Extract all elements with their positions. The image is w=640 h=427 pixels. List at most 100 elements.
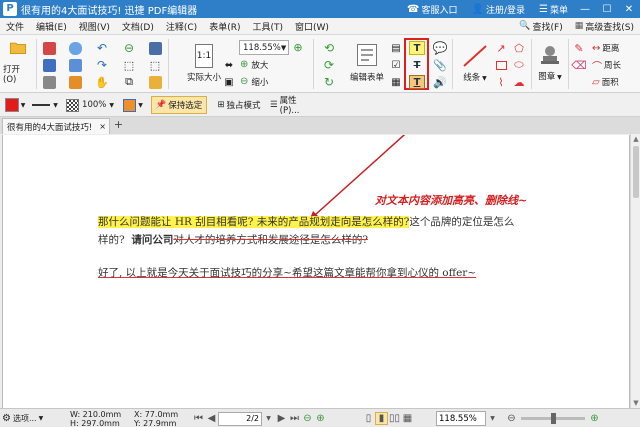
- properties-button[interactable]: ☰ 属性(P)...: [270, 96, 316, 116]
- open-button[interactable]: 打开(O): [3, 41, 33, 85]
- menu-document[interactable]: 文档(D): [116, 20, 160, 33]
- fill-color-picker[interactable]: ▼: [2, 97, 28, 113]
- undo-icon[interactable]: ↶: [95, 41, 109, 55]
- refresh-icon[interactable]: ↻: [322, 75, 336, 89]
- zoom-combo[interactable]: 118.55% ▼: [239, 40, 289, 55]
- polygon-tool-icon[interactable]: ⬠: [512, 41, 526, 55]
- line-tool-button[interactable]: 线条 ▼: [458, 41, 492, 85]
- menu-view[interactable]: 视图(V): [73, 20, 116, 33]
- actual-size-button[interactable]: 1:1 实际大小: [186, 41, 222, 85]
- scroll-up-icon[interactable]: ▲: [632, 135, 640, 143]
- underline-text-tool[interactable]: T: [409, 75, 425, 89]
- close-tab-icon[interactable]: ×: [99, 122, 106, 131]
- menu-tools[interactable]: 工具(T): [246, 20, 289, 33]
- ellipse-tool-icon[interactable]: ⬭: [512, 58, 526, 72]
- save-icon[interactable]: [42, 58, 56, 72]
- advanced-find-button[interactable]: ▦ 高级查找(S): [569, 20, 640, 33]
- first-page-button[interactable]: ⏮: [192, 412, 205, 425]
- image-icon[interactable]: [148, 75, 162, 89]
- eraser-tool-icon[interactable]: ⌫: [571, 58, 587, 72]
- last-page-button[interactable]: ⏭: [288, 412, 301, 425]
- area-button[interactable]: ▱ 面积: [592, 75, 636, 89]
- menu-form[interactable]: 表单(R): [203, 20, 246, 33]
- page-number-input[interactable]: [218, 411, 262, 426]
- opacity-picker[interactable]: 100% ▼: [64, 97, 116, 113]
- menu-edit[interactable]: 编辑(E): [30, 20, 73, 33]
- sound-icon[interactable]: 🔊: [433, 75, 447, 89]
- zoom-slider-thumb[interactable]: [551, 413, 556, 424]
- polyline-tool-icon[interactable]: ⌇: [494, 75, 508, 89]
- prev-page-button[interactable]: ◀: [205, 412, 218, 425]
- comment-note-icon[interactable]: 💬: [433, 41, 448, 55]
- add-tab-button[interactable]: +: [113, 119, 124, 131]
- hand-tool-icon[interactable]: ✋: [95, 75, 109, 89]
- zoom-out-status-button[interactable]: ⊖: [505, 412, 518, 425]
- list-field-icon[interactable]: ▦: [389, 75, 403, 89]
- line-style-picker[interactable]: ▼: [30, 97, 60, 113]
- continuous-page-icon[interactable]: ▮: [375, 412, 388, 425]
- menu-comment[interactable]: 注释(C): [160, 20, 203, 33]
- back-icon[interactable]: ⊖: [122, 41, 136, 55]
- page-dropdown-icon[interactable]: ▼: [262, 412, 275, 425]
- fit-width-icon[interactable]: ⬌: [222, 58, 236, 72]
- menu-file[interactable]: 文件: [0, 20, 30, 33]
- menu-window[interactable]: 窗口(W): [289, 20, 335, 33]
- facing-page-icon[interactable]: ▯▯: [388, 412, 401, 425]
- rotate-right-icon[interactable]: ⟳: [322, 58, 336, 72]
- attachment-icon[interactable]: 📎: [433, 58, 447, 72]
- checkbox-field-icon[interactable]: ☑: [389, 58, 403, 72]
- zoom-out-button[interactable]: ⊖ 缩小: [240, 74, 280, 89]
- close-window-button[interactable]: ✕: [618, 4, 640, 15]
- snapshot-icon[interactable]: ⧉: [122, 75, 136, 89]
- document-tab[interactable]: 很有用的4大面试技巧! ×: [2, 118, 110, 134]
- edit-form-button[interactable]: 编辑表单: [349, 41, 385, 85]
- zoom-plus-icon[interactable]: ⊕: [291, 40, 305, 54]
- pencil-tool-icon[interactable]: ✎: [572, 41, 586, 55]
- rectangle-tool-icon[interactable]: [494, 58, 508, 72]
- pdf-page[interactable]: 对文本内容添加高亮、删除线~ 那什么问题能让 HR 刮目相看呢? 未来的产品规划…: [2, 135, 630, 408]
- stamp-button[interactable]: 图章 ▼: [535, 41, 565, 85]
- form-field-icon[interactable]: ▤: [389, 41, 403, 55]
- redo-icon[interactable]: ↷: [95, 58, 109, 72]
- shape-style-picker[interactable]: ▼: [120, 97, 146, 113]
- minimize-button[interactable]: —: [574, 4, 596, 15]
- next-page-button[interactable]: ▶: [275, 412, 288, 425]
- highlight-text-tool[interactable]: T: [409, 41, 425, 55]
- customer-service-button[interactable]: ☎ 客服入口: [407, 0, 457, 18]
- keep-selected-button[interactable]: 📌 保持选定: [151, 96, 207, 114]
- email-icon[interactable]: [68, 58, 82, 72]
- exclusive-mode-button[interactable]: ⊞ 独占模式: [212, 97, 266, 113]
- perimeter-button[interactable]: ⌒ 周长: [592, 58, 636, 73]
- rotate-left-icon[interactable]: ⟲: [322, 41, 336, 55]
- options-button[interactable]: ⚙ 选项... ▼: [2, 409, 43, 427]
- select-icon[interactable]: ⬚: [122, 58, 136, 72]
- scroll-thumb[interactable]: [633, 146, 639, 198]
- single-page-icon[interactable]: ▯: [362, 412, 375, 425]
- zoom-slider[interactable]: [521, 413, 585, 424]
- actual-size-icon: 1:1: [195, 43, 213, 68]
- maximize-button[interactable]: ☐: [596, 4, 618, 15]
- menu-button[interactable]: ☰ 菜单: [539, 0, 568, 18]
- text-select-icon[interactable]: ⬚: [148, 58, 162, 72]
- export-icon[interactable]: [68, 75, 82, 89]
- pdf-file-icon[interactable]: [42, 41, 56, 55]
- zoom-in-button[interactable]: ⊕ 放大: [240, 57, 280, 72]
- cloud-shape-icon[interactable]: ☁: [512, 75, 526, 89]
- login-button[interactable]: 👤 注册/登录: [472, 0, 526, 18]
- forward-view-button[interactable]: ⊕: [314, 412, 327, 425]
- scroll-down-icon[interactable]: ▼: [632, 399, 640, 407]
- print-icon[interactable]: [42, 75, 56, 89]
- arrow-line-icon[interactable]: ↗: [494, 41, 508, 55]
- vertical-scrollbar[interactable]: ▲ ▼: [630, 134, 640, 408]
- facing-continuous-icon[interactable]: ▦: [401, 412, 414, 425]
- zoom-input[interactable]: [436, 411, 486, 426]
- find-button[interactable]: 🔍 查找(F): [513, 20, 568, 33]
- fit-page-icon[interactable]: ▣: [222, 75, 236, 89]
- cloud-icon[interactable]: [68, 41, 82, 55]
- strikeout-text-tool[interactable]: T: [409, 58, 425, 72]
- zoom-dropdown-icon[interactable]: ▼: [486, 412, 499, 425]
- camera-icon[interactable]: [148, 41, 162, 55]
- distance-button[interactable]: ↔ 距离: [592, 41, 636, 55]
- back-view-button[interactable]: ⊖: [301, 412, 314, 425]
- zoom-in-status-button[interactable]: ⊕: [588, 412, 601, 425]
